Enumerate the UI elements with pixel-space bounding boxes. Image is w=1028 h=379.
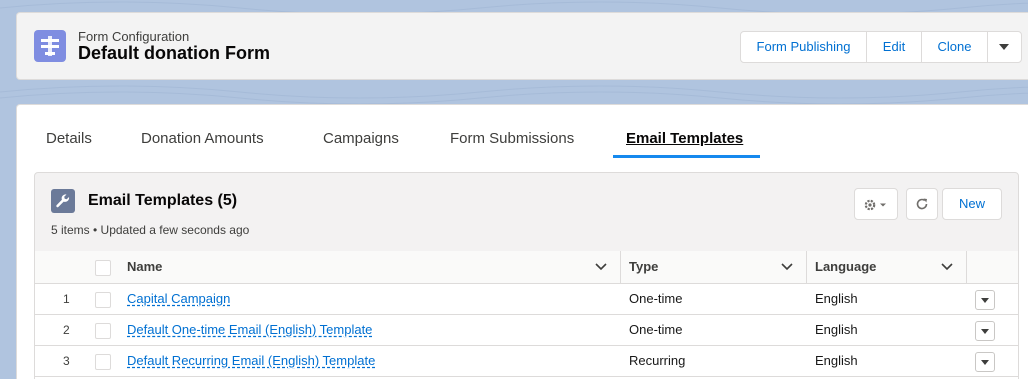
column-header-name[interactable]: Name [127,251,162,283]
gear-icon [864,199,886,211]
form-publishing-button[interactable]: Form Publishing [741,32,867,62]
template-language: English [815,291,858,306]
edit-button[interactable]: Edit [867,32,922,62]
row-number: 1 [63,292,70,306]
header-actions: Form Publishing Edit Clone [740,31,1022,63]
row-checkbox[interactable] [95,323,111,339]
column-divider[interactable] [966,251,967,283]
refresh-button[interactable] [906,188,938,220]
template-type: Recurring [629,353,686,368]
chevron-down-icon[interactable] [781,262,793,272]
record-body: Details Donation Amounts Campaigns Form … [16,104,1028,379]
chevron-down-icon [981,360,989,365]
column-header-language[interactable]: Language [815,251,876,283]
tab-donation-amounts[interactable]: Donation Amounts [141,130,264,147]
more-actions-button[interactable] [988,32,1021,62]
list-settings-button[interactable] [854,188,898,220]
chevron-down-icon[interactable] [941,262,953,272]
row-actions-button[interactable] [975,290,995,310]
row-number: 2 [63,323,70,337]
tab-details[interactable]: Details [46,130,92,147]
record-title: Default donation Form [78,43,270,63]
record-header: Form Configuration Default donation Form… [16,12,1028,80]
template-language: English [815,322,858,337]
template-type: One-time [629,291,683,306]
chevron-down-icon[interactable] [595,262,607,272]
tab-bar: Details Donation Amounts Campaigns Form … [17,105,1028,159]
row-number: 3 [63,354,70,368]
tab-campaigns[interactable]: Campaigns [323,130,399,147]
wrench-icon [51,189,75,213]
row-actions-button[interactable] [975,352,995,372]
related-list-title[interactable]: Email Templates (5) [88,192,237,210]
template-name-link[interactable]: Capital Campaign [127,284,230,314]
column-divider[interactable] [806,251,807,283]
record-type-label: Form Configuration [78,29,190,44]
row-actions-button[interactable] [975,321,995,341]
refresh-icon [916,198,928,210]
email-templates-related-list: Email Templates (5) 5 items • Updated a … [34,172,1019,379]
table-row: 2 Default One-time Email (English) Templ… [35,315,1018,346]
template-language: English [815,353,858,368]
chevron-down-icon [999,44,1009,50]
email-templates-table: Name Type Language 1 Capital Campaign On… [35,251,1018,379]
table-header: Name Type Language [35,251,1018,284]
tab-form-submissions[interactable]: Form Submissions [450,130,574,147]
column-divider[interactable] [620,251,621,283]
related-list-meta: 5 items • Updated a few seconds ago [51,223,250,237]
column-header-type[interactable]: Type [629,251,658,283]
chevron-down-icon [981,329,989,334]
template-type: One-time [629,322,683,337]
select-all-checkbox[interactable] [95,260,111,276]
tab-email-templates[interactable]: Email Templates [626,130,743,147]
form-icon [34,30,66,62]
template-name-link[interactable]: Default One-time Email (English) Templat… [127,315,372,345]
table-row: 3 Default Recurring Email (English) Temp… [35,346,1018,377]
template-name-link[interactable]: Default Recurring Email (English) Templa… [127,346,375,376]
active-tab-indicator [613,155,760,158]
clone-button[interactable]: Clone [922,32,988,62]
row-checkbox[interactable] [95,354,111,370]
chevron-down-icon [981,298,989,303]
table-row: 1 Capital Campaign One-time English [35,284,1018,315]
row-checkbox[interactable] [95,292,111,308]
new-button[interactable]: New [942,188,1002,220]
